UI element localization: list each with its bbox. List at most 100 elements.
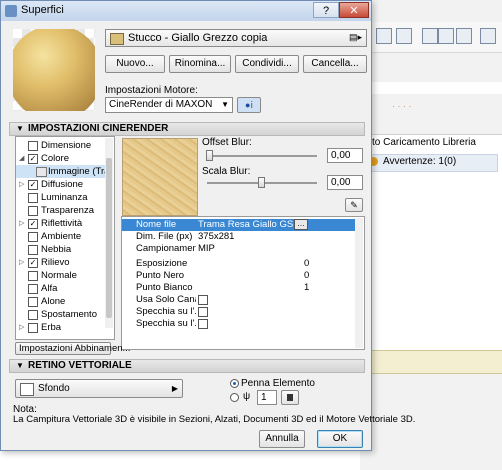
offset-blur-label: Offset Blur: — [202, 137, 252, 148]
warnings-text: Avvertenze: 1(0) — [383, 156, 457, 167]
list-item[interactable]: Trasparenza — [16, 204, 106, 217]
cinerender-section-header[interactable]: ▼ IMPOSTAZIONI CINERENDER — [9, 122, 365, 136]
expand-triangle-icon[interactable]: ▷ — [19, 321, 24, 334]
material-selector[interactable]: Stucco - Giallo Grezzo copia ▤▸ — [105, 29, 367, 47]
list-item[interactable]: Luminanza — [16, 191, 106, 204]
pen-element-radio[interactable] — [230, 379, 239, 388]
pairing-settings-button[interactable]: Impostazioni Abbinamen... — [15, 342, 130, 355]
texture-preview[interactable] — [122, 138, 198, 216]
channel-checkbox[interactable] — [28, 141, 38, 151]
table-row[interactable]: Dim. File (px) 375x281 — [122, 231, 356, 243]
list-item[interactable]: Ambiente — [16, 230, 106, 243]
pen-color-button[interactable] — [281, 390, 299, 405]
channel-list[interactable]: Dimensione ◢✓Colore Immagine (Trama R ▷✓… — [15, 136, 115, 340]
table-vertical-scrollbar[interactable] — [355, 218, 363, 348]
pen-icon: ψ — [243, 391, 251, 402]
offset-blur-input[interactable]: 0,00 — [327, 148, 363, 163]
list-item[interactable]: Nebbia — [16, 243, 106, 256]
channel-checkbox[interactable] — [28, 193, 38, 203]
toolbar-tool-icon[interactable] — [376, 28, 392, 44]
property-checkbox[interactable] — [198, 307, 208, 317]
channel-checkbox[interactable] — [28, 245, 38, 255]
list-item[interactable]: ◢ ✓ Colore — [16, 152, 106, 165]
scrollbar-thumb[interactable] — [106, 158, 112, 318]
table-row[interactable]: Usa Solo Cana... — [122, 294, 356, 306]
channel-checkbox[interactable] — [28, 297, 38, 307]
table-row[interactable]: Campionamen...MIP — [122, 243, 356, 255]
ok-button[interactable]: OK — [317, 430, 363, 448]
channel-checkbox[interactable] — [28, 310, 38, 320]
scale-blur-label: Scala Blur: — [202, 166, 251, 177]
list-item[interactable]: Normale — [16, 269, 106, 282]
warnings-bar[interactable]: Avvertenze: 1(0) — [364, 154, 498, 172]
property-checkbox[interactable] — [198, 295, 208, 305]
channel-checkbox[interactable] — [28, 232, 38, 242]
texture-edit-button[interactable]: ✎ — [345, 198, 363, 212]
toolbar-tool-icon[interactable] — [438, 28, 454, 44]
cancel-button[interactable]: Annulla — [259, 430, 305, 448]
browse-file-button[interactable]: … — [294, 219, 308, 230]
pen-number-input[interactable]: 1 — [257, 390, 277, 405]
table-row[interactable]: Esposizione 0 — [122, 258, 356, 270]
collapse-triangle-icon[interactable]: ◢ — [19, 152, 24, 165]
table-row[interactable]: Nome file Trama Resa Giallo GS … — [122, 219, 356, 231]
fill-type-selector[interactable]: Sfondo ▶ — [15, 379, 183, 398]
toolbar-tool-icon[interactable] — [396, 28, 412, 44]
list-vertical-scrollbar[interactable] — [105, 138, 113, 328]
expand-triangle-icon[interactable]: ▷ — [19, 256, 24, 269]
engine-select[interactable]: CineRender di MAXON ▼ — [105, 97, 233, 113]
offset-blur-slider[interactable] — [207, 155, 317, 157]
channel-checkbox[interactable]: ✓ — [28, 258, 38, 268]
delete-button[interactable]: Cancella... — [303, 55, 367, 73]
scale-blur-input[interactable]: 0,00 — [327, 175, 363, 190]
pen-color-swatch — [287, 394, 293, 401]
channel-checkbox[interactable] — [28, 284, 38, 294]
toolbar-tool-icon[interactable] — [422, 28, 438, 44]
collapse-triangle-icon: ▼ — [16, 124, 24, 133]
channel-checkbox[interactable] — [28, 206, 38, 216]
table-row[interactable]: Punto Nero 0 — [122, 270, 356, 282]
material-dropdown-icon: ▤▸ — [348, 32, 362, 42]
custom-pen-radio[interactable] — [230, 393, 239, 402]
channel-checkbox[interactable]: ✓ — [28, 219, 38, 229]
list-item[interactable]: ▷ ✓ Diffusione — [16, 178, 106, 191]
toolbar-tool-icon[interactable] — [480, 28, 496, 44]
table-row[interactable]: Specchia su l'... — [122, 306, 356, 318]
list-item[interactable]: ▷ ✓ Rilievo — [16, 256, 106, 269]
table-row[interactable]: Specchia su l'... — [122, 318, 356, 330]
collapse-triangle-icon: ▼ — [16, 361, 24, 370]
list-item[interactable]: ▷ Erba — [16, 321, 106, 334]
background-yellow-bar — [360, 350, 502, 374]
expand-triangle-icon[interactable]: ▷ — [19, 217, 24, 230]
list-item[interactable]: Alfa — [16, 282, 106, 295]
channel-checkbox[interactable] — [28, 323, 38, 333]
fill-type-value: Sfondo — [38, 383, 70, 394]
list-item[interactable]: ▷ ✓ Riflettività — [16, 217, 106, 230]
channel-checkbox[interactable] — [28, 271, 38, 281]
scale-blur-slider-handle[interactable] — [258, 177, 265, 188]
channel-checkbox[interactable]: ✓ — [28, 180, 38, 190]
rename-button[interactable]: Rinomina... — [169, 55, 231, 73]
edit-icon: ✎ — [350, 200, 358, 210]
table-row[interactable]: Punto Bianco 1 — [122, 282, 356, 294]
toolbar-tool-icon[interactable] — [456, 28, 472, 44]
engine-info-button[interactable]: ●ⅰ — [237, 97, 261, 113]
channel-checkbox[interactable]: ✓ — [28, 154, 38, 164]
new-button[interactable]: Nuovo... — [105, 55, 165, 73]
property-checkbox[interactable] — [198, 319, 208, 329]
list-item[interactable]: Alone — [16, 295, 106, 308]
chevron-down-icon: ▼ — [221, 100, 229, 109]
list-item[interactable]: Spostamento — [16, 308, 106, 321]
close-button[interactable]: ✕ — [339, 2, 369, 18]
help-button[interactable]: ? — [313, 2, 339, 18]
background-strip — [360, 82, 502, 94]
expand-triangle-icon[interactable]: ▷ — [19, 178, 24, 191]
texture-properties-table[interactable]: Nome file Trama Resa Giallo GS … Dim. Fi… — [121, 216, 365, 350]
offset-blur-slider-handle[interactable] — [206, 150, 213, 161]
background-dots: · · · · — [392, 101, 412, 111]
background-content — [360, 180, 502, 350]
list-item[interactable]: Immagine (Trama R — [16, 165, 106, 178]
share-button[interactable]: Condividi... — [235, 55, 299, 73]
list-item[interactable]: Dimensione — [16, 139, 106, 152]
vector-hatching-section-header[interactable]: ▼ RETINO VETTORIALE — [9, 359, 365, 373]
